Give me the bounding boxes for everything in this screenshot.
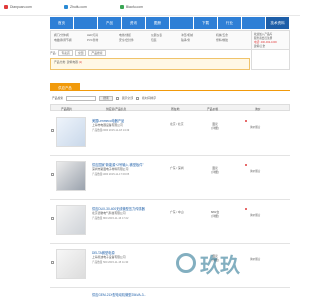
location: 广东 / 中山 xyxy=(170,210,184,214)
product-image[interactable] xyxy=(56,161,86,191)
table-row[interactable]: 供应GEM-21X型电动机微型25kVA-3... xyxy=(50,288,290,300)
breadcrumb: 产品: 专卖店 全国 产品搜索 xyxy=(50,50,250,56)
nav-item[interactable]: 下载 xyxy=(194,17,218,29)
site-logo-icon xyxy=(64,5,68,9)
nav-item[interactable] xyxy=(242,17,266,29)
search-input[interactable] xyxy=(66,95,97,101)
product-title[interactable]: 供应GEM-21X型电动机微型25kVA-3... xyxy=(92,292,146,297)
site-logo-icon xyxy=(4,5,8,9)
submenu-col: LED灯具 PVC管材 xyxy=(87,33,99,42)
status-dot-icon xyxy=(245,208,247,210)
product-image[interactable] xyxy=(56,205,86,235)
site-link-3[interactable]: Biaofu.com xyxy=(120,3,143,11)
price: 680/台 [详细] xyxy=(210,210,220,218)
status-dot-icon xyxy=(245,120,247,122)
watermark-logo: 玖玖 xyxy=(148,238,268,288)
nav-item[interactable] xyxy=(74,17,98,29)
company-name[interactable]: 上海市电器设备有限公司 xyxy=(92,123,123,127)
inquiry-link[interactable]: 询价留言 xyxy=(250,213,260,217)
site-link-2[interactable]: Zhuifu.com xyxy=(64,3,87,11)
nav-item[interactable]: 技术资料 xyxy=(266,17,290,29)
row-checkbox[interactable] xyxy=(51,261,54,264)
checkbox[interactable] xyxy=(136,96,140,100)
company-name[interactable]: 深圳市路面电子材料有限公司 xyxy=(92,167,128,171)
nav-item[interactable]: 行业 xyxy=(218,17,242,29)
nav-item[interactable]: 图册 xyxy=(146,17,170,29)
price: 面议 [详细] xyxy=(211,166,219,174)
submenu-col: 冲压/机械 轴承/泵 xyxy=(181,33,193,42)
side-info-box: 欢迎加入产品库 服务商会员注册 电话: 400-032-1000 建筑/五金 xyxy=(251,30,290,70)
row-checkbox[interactable] xyxy=(51,173,54,176)
section-header: 供应产品 xyxy=(50,83,290,91)
table-row[interactable]: 美国Lenmeco电器产品 上海市电器设备有限公司 产品数量2000 2015-… xyxy=(50,112,290,156)
section-tab[interactable]: 供应产品 xyxy=(50,83,80,91)
nav-item[interactable] xyxy=(170,17,194,29)
main-nav: 首页 产品 资讯 图册 下载 行业 技术资料 xyxy=(50,17,290,29)
table-header: 产品图片 供应商/产品信息 所在地 产品价格 询价 xyxy=(50,104,290,111)
checkbox[interactable] xyxy=(115,96,119,100)
inquiry-link[interactable]: 询价留言 xyxy=(250,169,260,173)
submenu-col: 仪器仪表 包装 xyxy=(151,33,163,42)
row-checkbox[interactable] xyxy=(51,217,54,220)
price: 面议 [详细] xyxy=(211,122,219,130)
search-button[interactable]: 搜索 xyxy=(99,95,113,101)
location: 北京 / 北京 xyxy=(170,122,184,126)
product-image[interactable] xyxy=(56,249,86,279)
company-name[interactable]: 北京德驰电气科技有限公司 xyxy=(92,211,126,215)
nav-item[interactable]: 产品 xyxy=(98,17,122,29)
company-name[interactable]: 上海星迪电子设备有限公司 xyxy=(92,255,126,259)
status-dot-icon xyxy=(245,164,247,166)
product-image[interactable] xyxy=(56,117,86,147)
list-toolbar: 产品搜索 搜索 展示全部 按时间排序 xyxy=(52,95,157,101)
filter-bar: 产品分类: 建筑电器 (1) xyxy=(50,58,250,70)
nav-item[interactable]: 资讯 xyxy=(122,17,146,29)
location: 广东 / 深圳 xyxy=(170,166,184,170)
inquiry-link[interactable]: 询价留言 xyxy=(250,125,260,129)
product-meta: 产品数量2000 2015-11-18 14:49 xyxy=(92,129,130,132)
submenu-col: 电线/线缆 安全/密封件 xyxy=(119,33,134,42)
row-checkbox[interactable] xyxy=(51,129,54,132)
watermark-mark-icon xyxy=(176,253,196,273)
product-meta: 产品数量 800 2015-11-16 17:22 xyxy=(92,217,129,220)
submenu-col: 机械/五金 塑料/橡胶 xyxy=(216,33,228,42)
site-logo-icon xyxy=(120,5,124,9)
table-row[interactable]: 供应国家“新能源+2号输入-微型板件” 深圳市路面电子材料有限公司 产品数量10… xyxy=(50,156,290,200)
site-topbar: Dianpuan.com Zhuifu.com Biaofu.com xyxy=(0,0,300,16)
site-link-1[interactable]: Dianpuan.com xyxy=(4,3,32,11)
product-meta: 产品数量1000 2015-11-17 09:05 xyxy=(92,173,130,176)
submenu-col: 阀门/分体阀 电磁阀/调节阀 xyxy=(54,33,72,42)
product-meta: 产品数量 500 2015-11-15 11:30 xyxy=(92,261,129,264)
nav-item[interactable]: 首页 xyxy=(50,17,74,29)
